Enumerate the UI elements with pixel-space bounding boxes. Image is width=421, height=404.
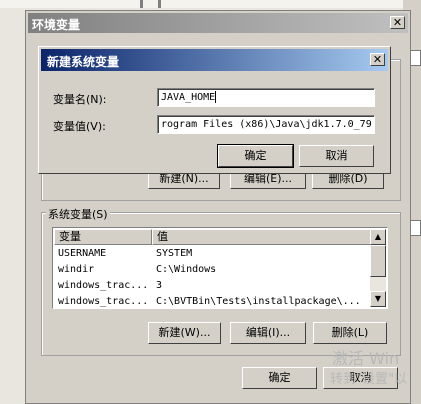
- variable-name: windir: [58, 264, 95, 275]
- dialog-title: 新建系统变量: [47, 55, 120, 69]
- scroll-up-icon: ▲: [374, 232, 382, 241]
- column-header-variable[interactable]: 变量: [54, 229, 152, 245]
- variable-value: C:\Windows: [156, 264, 217, 275]
- scroll-up-button[interactable]: ▲: [370, 229, 386, 245]
- variable-value: C:\BVTBin\Tests\installpackage\...: [156, 296, 361, 307]
- background-window-strip: [0, 0, 421, 8]
- variable-value-field[interactable]: rogram Files (x86)\Java\jdk1.7.0_79: [157, 115, 375, 134]
- variable-name: USERNAME: [58, 248, 107, 259]
- activation-watermark: 激活 Win: [332, 349, 400, 368]
- close-icon: ✕: [392, 16, 403, 29]
- variable-value: 3: [156, 280, 163, 291]
- variable-name-field[interactable]: JAVA_HOME: [157, 88, 375, 107]
- scroll-down-button[interactable]: ▼: [370, 291, 386, 307]
- user-new-button[interactable]: 新建(N)...: [148, 173, 220, 189]
- table-row[interactable]: windows_trac... 3: [58, 278, 369, 294]
- variable-value: SYSTEM: [156, 248, 193, 259]
- vertical-scrollbar[interactable]: ▲ ▼: [370, 229, 386, 307]
- close-button[interactable]: ✕: [390, 16, 405, 29]
- system-variables-label: 系统变量(S): [46, 206, 110, 222]
- user-edit-button[interactable]: 编辑(E)...: [230, 173, 306, 189]
- background-divider: [158, 0, 161, 8]
- system-variables-list[interactable]: 变量 值 USERNAME SYSTEM windir C:\Windows w…: [52, 227, 388, 309]
- ok-button[interactable]: 确定: [242, 367, 317, 389]
- variable-value-label: 变量值(V):: [53, 120, 106, 133]
- system-edit-button[interactable]: 编辑(I)...: [230, 322, 306, 344]
- background-divider: [140, 0, 143, 8]
- text-caret: [215, 91, 217, 103]
- variable-name: windows_trac...: [58, 296, 149, 307]
- table-row[interactable]: USERNAME SYSTEM: [58, 246, 369, 262]
- list-header: 变量 值: [54, 229, 372, 245]
- dialog-close-button[interactable]: ✕: [370, 53, 385, 66]
- dialog-ok-button[interactable]: 确定: [217, 144, 294, 168]
- activation-watermark-sub: 转到"设置"以: [330, 372, 407, 387]
- window-title: 环境变量: [32, 18, 81, 32]
- variable-name-label: 变量名(N):: [53, 93, 107, 106]
- system-delete-button[interactable]: 删除(L): [313, 322, 387, 344]
- scroll-down-icon: ▼: [374, 294, 382, 303]
- user-delete-button[interactable]: 删除(D): [312, 173, 384, 189]
- system-new-button[interactable]: 新建(W)...: [148, 322, 221, 344]
- window-titlebar: 环境变量 ✕: [28, 13, 408, 33]
- dialog-titlebar: 新建系统变量 ✕: [41, 49, 388, 71]
- scroll-thumb[interactable]: [370, 245, 386, 277]
- column-header-value[interactable]: 值: [152, 229, 372, 245]
- dialog-cancel-button[interactable]: 取消: [299, 145, 374, 167]
- table-row[interactable]: windir C:\Windows: [58, 262, 369, 278]
- new-system-variable-dialog: 新建系统变量 ✕ 变量名(N): JAVA_HOME 变量值(V): rogra…: [38, 46, 391, 174]
- table-row[interactable]: windows_trac... C:\BVTBin\Tests\installp…: [58, 294, 369, 310]
- variable-name: windows_trac...: [58, 280, 149, 291]
- close-icon: ✕: [372, 53, 383, 66]
